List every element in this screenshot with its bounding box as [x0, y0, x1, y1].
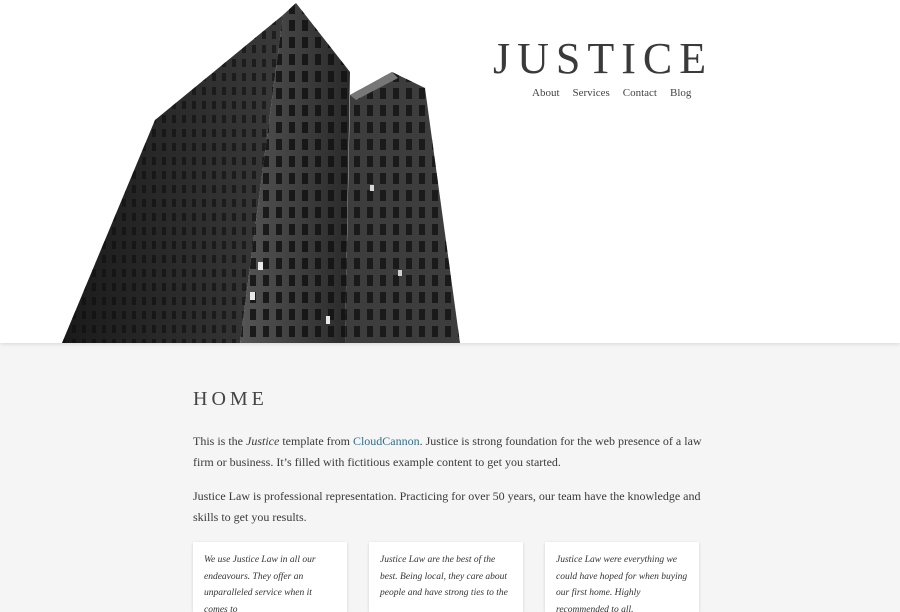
testimonial-card: Justice Law are the best of the best. Be… [369, 542, 523, 612]
main-content: HOME This is the Justice template from C… [193, 343, 713, 527]
site-logo[interactable]: JUSTICE [493, 34, 706, 84]
building-photo [62, 3, 460, 343]
testimonial-card: Justice Law were everything we could hav… [545, 542, 699, 612]
template-name: Justice [246, 434, 280, 448]
brand: JUSTICE [493, 34, 706, 84]
testimonial-text: Justice Law are the best of the best. Be… [380, 555, 508, 598]
main-nav: About Services Contact Blog [532, 87, 691, 99]
cloudcannon-link[interactable]: CloudCannon [353, 434, 420, 448]
intro-paragraph: This is the Justice template from CloudC… [193, 434, 702, 469]
hero-banner: JUSTICE About Services Contact Blog [0, 0, 900, 343]
testimonials: We use Justice Law in all our endeavours… [193, 542, 699, 612]
nav-blog[interactable]: Blog [670, 87, 691, 99]
page-title: HOME [193, 388, 268, 410]
second-paragraph: Justice Law is professional representati… [193, 489, 701, 524]
nav-contact[interactable]: Contact [623, 87, 657, 99]
testimonial-card: We use Justice Law in all our endeavours… [193, 542, 347, 612]
nav-services[interactable]: Services [573, 87, 610, 99]
nav-about[interactable]: About [532, 87, 560, 99]
testimonial-text: Justice Law were everything we could hav… [556, 555, 688, 612]
testimonial-text: We use Justice Law in all our endeavours… [204, 555, 316, 612]
